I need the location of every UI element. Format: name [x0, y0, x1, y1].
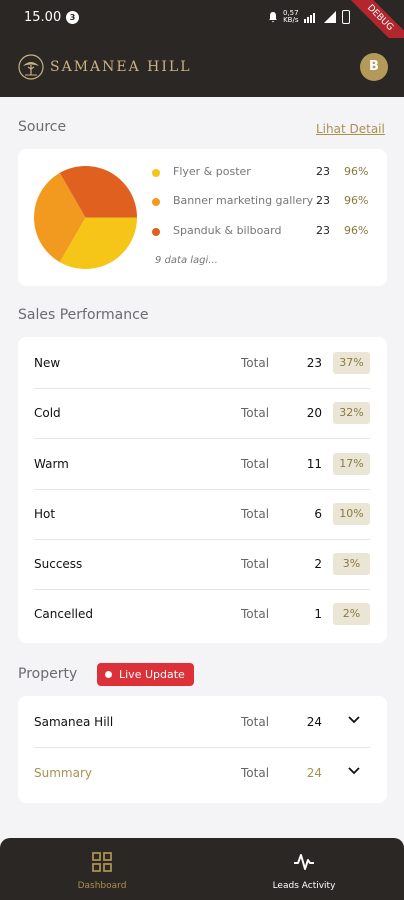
status-icons: 0,57 KB/s [268, 10, 350, 24]
row-count: 11 [306, 457, 322, 471]
row-name: Warm [34, 457, 69, 471]
legend-item: Spanduk & bilboard 23 96% [152, 224, 372, 240]
row-name: Cancelled [34, 607, 93, 621]
row-percent-badge: 2% [333, 603, 370, 625]
status-bar: 15.00 3 0,57 KB/s DEBUG [0, 0, 404, 60]
legend-dot [152, 169, 160, 177]
legend-item: Banner marketing gallery 23 96% [152, 194, 372, 210]
sales-row-cold[interactable]: Cold Total 20 32% [34, 389, 370, 439]
legend-count: 23 [316, 165, 330, 178]
sales-performance-card: New Total 23 37% Cold Total 20 32% Warm … [18, 337, 387, 643]
sales-row-warm[interactable]: Warm Total 11 17% [34, 440, 370, 490]
more-data-link[interactable]: 9 data lagi... [155, 255, 218, 266]
row-total-label: Total [241, 406, 270, 420]
legend-label: Flyer & poster [173, 165, 251, 178]
source-card: Flyer & poster 23 96% Banner marketing g… [18, 149, 387, 286]
row-percent-badge: 37% [333, 352, 370, 374]
row-percent-badge: 3% [333, 553, 370, 575]
brand-logo: SAMANEA HILL [18, 54, 192, 80]
property-title: Property [18, 666, 78, 682]
live-update-badge: Live Update [97, 663, 194, 686]
row-count: 2 [314, 557, 322, 571]
source-pie-chart [34, 166, 137, 269]
live-dot-icon [105, 671, 112, 678]
app-header: SAMANEA HILL B [0, 38, 404, 97]
source-title: Source [18, 119, 67, 135]
legend-dot [152, 228, 160, 236]
wifi-signal-icon [323, 11, 336, 23]
signal-icon [303, 13, 315, 23]
sales-row-hot[interactable]: Hot Total 6 10% [34, 490, 370, 540]
row-percent-badge: 10% [333, 503, 370, 525]
legend-label: Spanduk & bilboard [173, 224, 282, 237]
row-total-label: Total [241, 507, 270, 521]
row-total-label: Total [241, 766, 270, 780]
legend-label: Banner marketing gallery [173, 194, 314, 207]
row-percent-badge: 17% [333, 453, 370, 475]
sales-row-success[interactable]: Success Total 2 3% [34, 540, 370, 590]
row-total-label: Total [241, 607, 270, 621]
row-total-label: Total [241, 557, 270, 571]
row-count: 23 [306, 356, 322, 370]
chevron-down-icon[interactable] [348, 716, 360, 724]
sales-row-cancelled[interactable]: Cancelled Total 1 2% [34, 590, 370, 640]
network-speed: 0,57 KB/s [283, 9, 299, 24]
status-time: 15.00 [24, 10, 62, 25]
row-total-label: Total [241, 715, 270, 729]
nav-dashboard-label: Dashboard [77, 881, 127, 891]
user-avatar[interactable]: B [360, 53, 388, 81]
nav-leads-activity-label: Leads Activity [272, 881, 336, 891]
legend-count: 23 [316, 224, 330, 237]
property-row-summary[interactable]: Summary Total 24 [34, 749, 370, 799]
legend-percent: 96% [344, 224, 369, 237]
row-name: Hot [34, 507, 56, 521]
battery-icon [341, 10, 350, 24]
row-name: New [34, 356, 61, 370]
row-name: Summary [34, 766, 92, 780]
row-percent-badge: 32% [333, 402, 370, 424]
row-name: Samanea Hill [34, 715, 114, 729]
bell-icon [269, 12, 277, 23]
nav-leads-activity[interactable]: Leads Activity [234, 852, 374, 891]
row-name: Success [34, 557, 83, 571]
row-count: 6 [314, 507, 322, 521]
legend-dot [152, 198, 160, 206]
chevron-down-icon[interactable] [348, 767, 360, 775]
live-update-label: Live Update [119, 668, 185, 681]
row-count: 24 [306, 715, 322, 729]
sales-row-new[interactable]: New Total 23 37% [34, 339, 370, 389]
notification-count-badge: 3 [66, 11, 79, 24]
row-count: 24 [306, 766, 322, 780]
legend-count: 23 [316, 194, 330, 207]
nav-dashboard[interactable]: Dashboard [32, 852, 172, 891]
property-card: Samanea Hill Total 24 Summary Total 24 [18, 696, 387, 803]
row-count: 1 [314, 607, 322, 621]
row-count: 20 [306, 406, 322, 420]
brand-name: SAMANEA HILL [50, 59, 192, 75]
row-total-label: Total [241, 457, 270, 471]
activity-pulse-icon [294, 854, 314, 870]
tree-logo-icon [18, 54, 44, 80]
property-row-samanea-hill[interactable]: Samanea Hill Total 24 [34, 698, 370, 748]
legend-percent: 96% [344, 194, 369, 207]
row-total-label: Total [241, 356, 270, 370]
dashboard-grid-icon [92, 852, 112, 872]
see-detail-link[interactable]: Lihat Detail [316, 122, 385, 136]
bottom-navigation: Dashboard Leads Activity [0, 838, 404, 900]
row-name: Cold [34, 406, 61, 420]
legend-item: Flyer & poster 23 96% [152, 165, 372, 181]
legend-percent: 96% [344, 165, 369, 178]
sales-performance-title: Sales Performance [18, 307, 149, 323]
